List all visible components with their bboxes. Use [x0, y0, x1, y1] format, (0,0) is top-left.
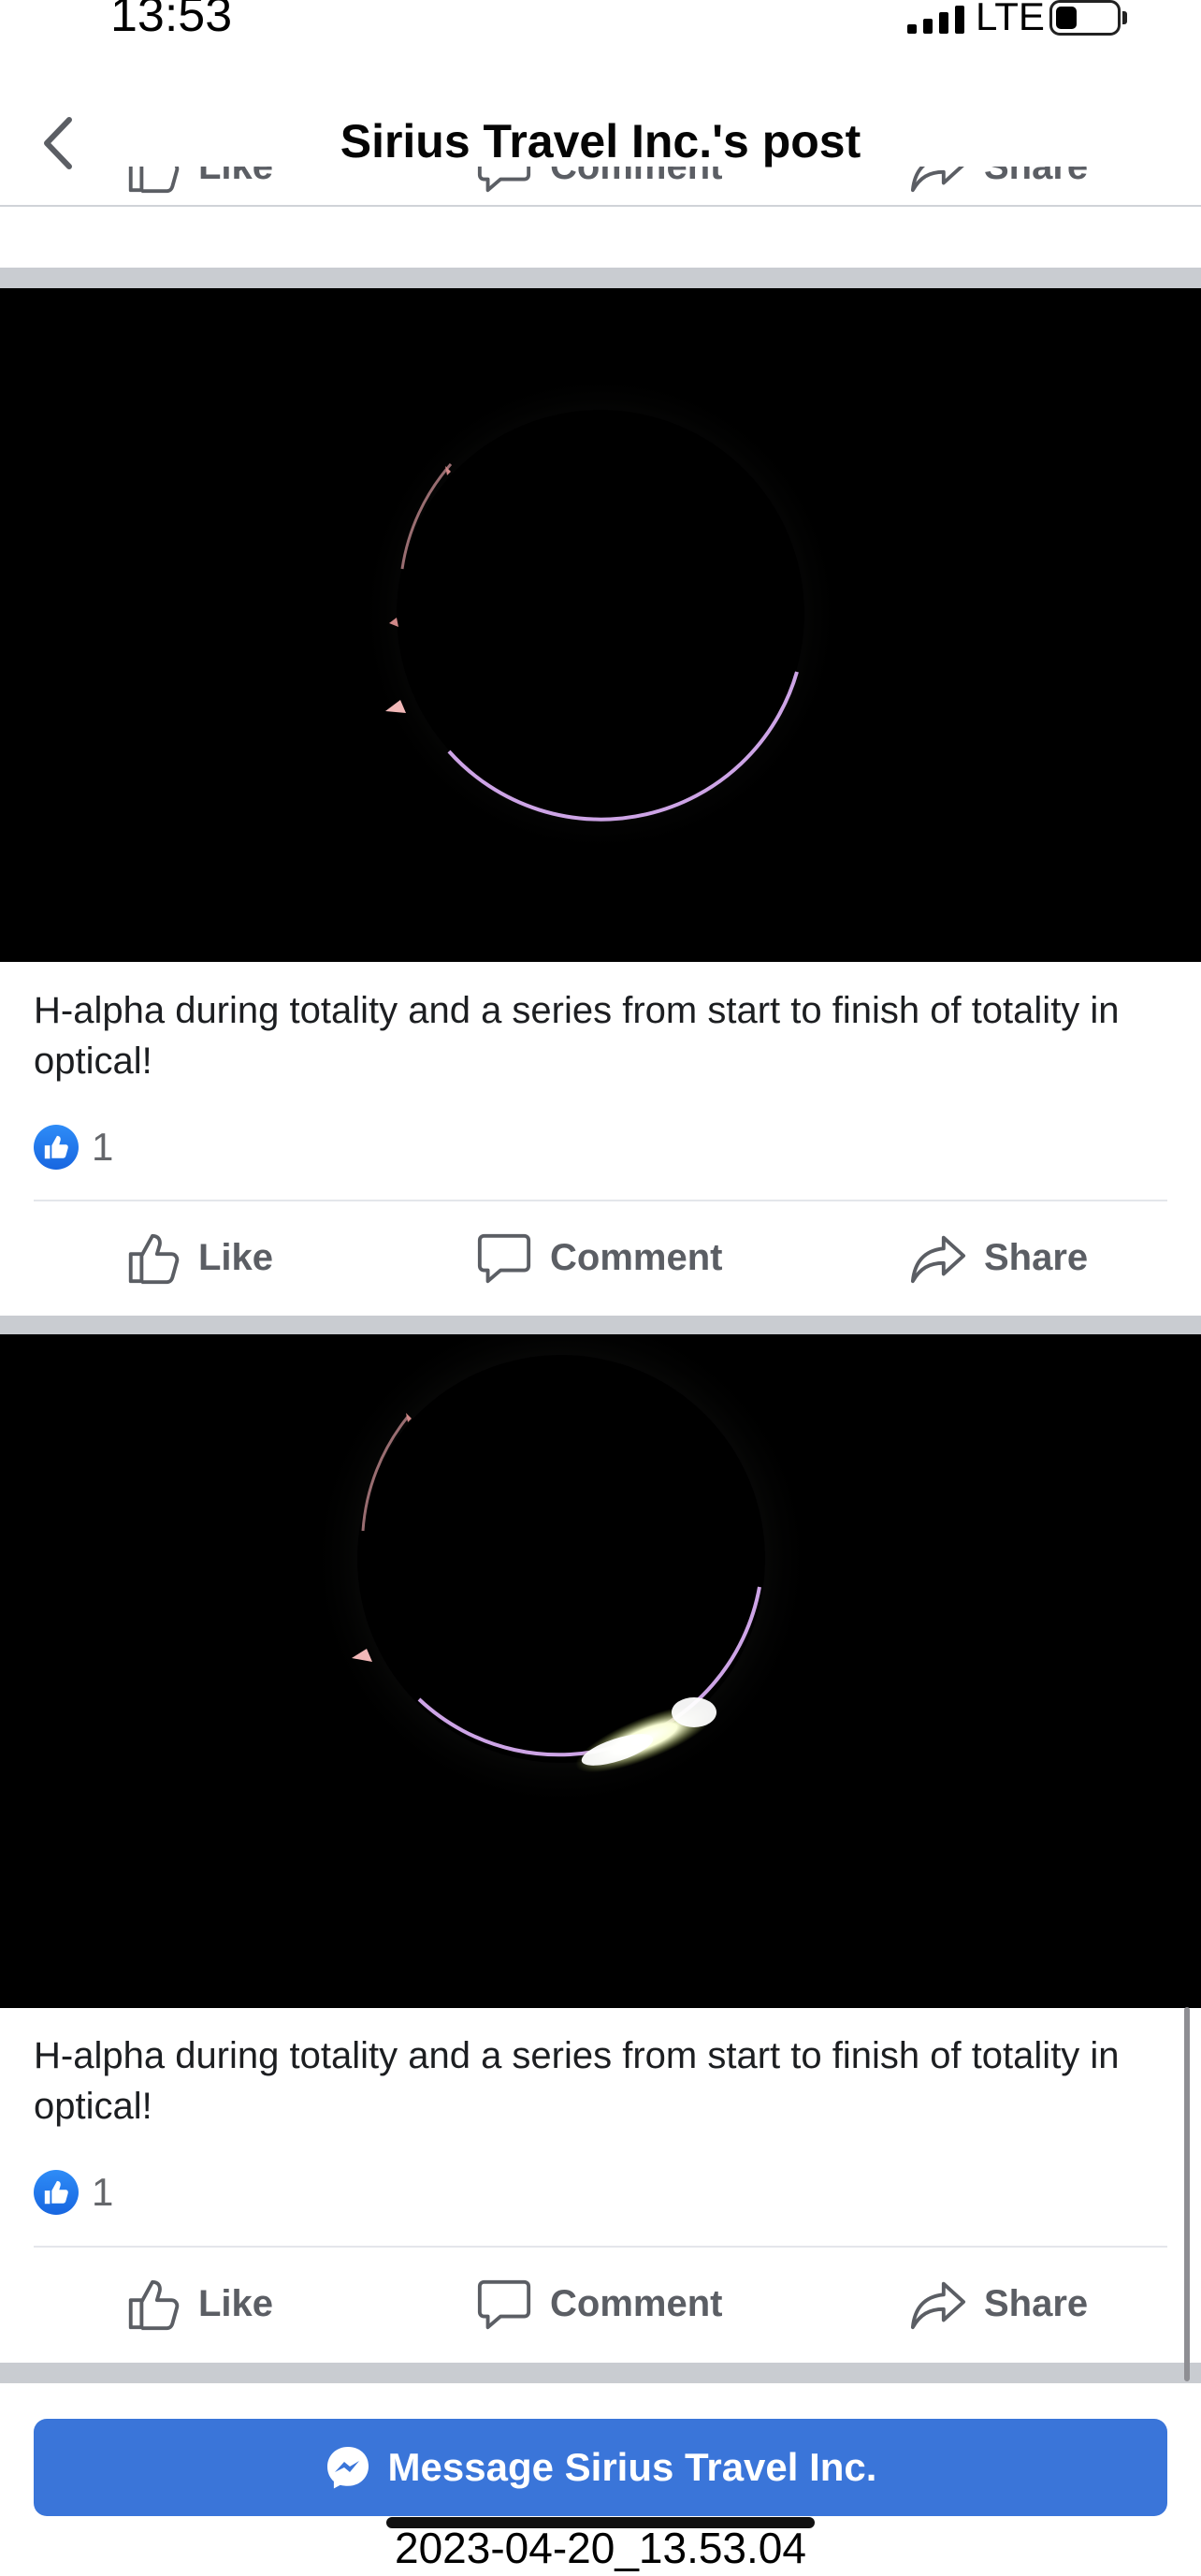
scrollbar[interactable] — [1184, 2007, 1190, 2381]
page-title: Sirius Travel Inc.'s post — [340, 115, 861, 167]
signal-icon — [907, 6, 964, 34]
comment-label: Comment — [550, 167, 722, 188]
messenger-icon — [326, 2447, 369, 2489]
post-separator — [0, 1316, 1201, 1334]
post-caption: H-alpha during totality and a series fro… — [34, 2035, 1120, 2127]
action-row-partial: Like Comment Share — [0, 167, 1201, 206]
comment-button[interactable]: Comment — [475, 167, 722, 206]
eclipse-photo[interactable] — [0, 1334, 1201, 2008]
like-button[interactable]: Like — [123, 167, 273, 206]
comment-icon — [477, 1233, 531, 1284]
share-label: Share — [984, 1236, 1089, 1278]
reaction-summary[interactable]: 1 — [34, 1124, 113, 1171]
action-row: Like Comment Share — [0, 1211, 1201, 1304]
share-icon — [910, 167, 964, 193]
thumbs-up-icon — [128, 1233, 180, 1285]
like-label: Like — [198, 167, 273, 188]
comment-button[interactable]: Comment — [475, 1211, 722, 1304]
comment-label: Comment — [550, 2282, 723, 2324]
thumbs-up-icon — [128, 2279, 180, 2331]
like-reaction-icon — [34, 1125, 79, 1170]
reaction-count: 1 — [92, 2170, 114, 2214]
comment-label: Comment — [550, 1236, 723, 1278]
share-label: Share — [984, 2282, 1089, 2324]
share-icon — [910, 1235, 966, 1284]
like-label: Like — [198, 1236, 274, 1278]
thumbs-up-icon — [128, 167, 180, 194]
like-label: Like — [198, 2282, 274, 2324]
like-reaction-icon — [34, 2170, 79, 2215]
action-divider — [34, 2246, 1167, 2248]
network-label: LTE — [976, 0, 1045, 38]
battery-icon — [1049, 0, 1121, 36]
like-button[interactable]: Like — [123, 1211, 273, 1304]
comment-icon — [477, 167, 531, 193]
post-separator — [0, 2363, 1201, 2383]
comment-button[interactable]: Comment — [475, 2257, 722, 2350]
share-button[interactable]: Share — [909, 1211, 1088, 1304]
share-button[interactable]: Share — [909, 2257, 1088, 2350]
message-page-button[interactable]: Message Sirius Travel Inc. — [34, 2419, 1167, 2516]
action-divider — [34, 1200, 1167, 1201]
header-divider — [0, 205, 1201, 207]
message-button-label: Message Sirius Travel Inc. — [387, 2445, 877, 2489]
share-label: Share — [984, 167, 1088, 188]
screenshot-timestamp: 2023-04-20_13.53.04 — [395, 2524, 806, 2572]
reaction-count: 1 — [92, 1125, 114, 1169]
status-time: 13:53 — [110, 0, 233, 42]
post-caption: H-alpha during totality and a series fro… — [34, 990, 1120, 1082]
action-row: Like Comment Share — [0, 2257, 1201, 2350]
share-icon — [910, 2281, 966, 2330]
battery-nub — [1122, 11, 1127, 24]
share-button[interactable]: Share — [909, 167, 1088, 206]
reaction-summary[interactable]: 1 — [34, 2169, 113, 2216]
like-button[interactable]: Like — [123, 2257, 273, 2350]
eclipse-photo[interactable] — [0, 288, 1201, 962]
post-separator — [0, 268, 1201, 288]
comment-icon — [477, 2279, 531, 2330]
